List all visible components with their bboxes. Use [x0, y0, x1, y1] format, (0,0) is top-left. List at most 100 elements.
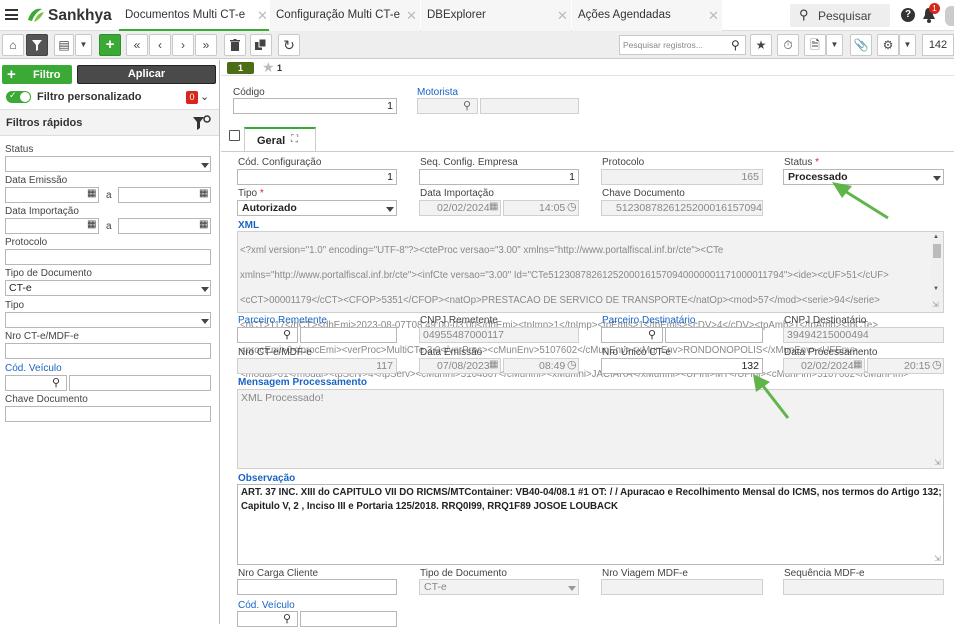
scroll-thumb[interactable]: [933, 244, 941, 258]
document-dropdown-icon[interactable]: ▼: [826, 34, 843, 56]
scroll-down-icon[interactable]: ▼: [933, 286, 939, 292]
search-icon[interactable]: ⚲: [283, 328, 291, 341]
data-emissao-end[interactable]: ▦: [118, 187, 211, 203]
parceiro-rem-code-input[interactable]: ⚲: [237, 327, 298, 343]
motorista-label[interactable]: Motorista: [417, 87, 458, 98]
search-icon[interactable]: ⚲: [731, 38, 740, 52]
quick-filters-title: Filtros rápidos: [6, 117, 83, 129]
close-icon[interactable]: ✕: [406, 0, 417, 31]
user-avatar[interactable]: [945, 6, 954, 26]
notification-badge: 1: [929, 3, 940, 14]
status-select[interactable]: [5, 156, 211, 172]
cod-veiculo-label[interactable]: Cód. Veículo: [5, 363, 62, 374]
parceiro-dest-label[interactable]: Parceiro Destinatário: [602, 315, 695, 326]
cod-veiculo-form-input[interactable]: ⚲: [237, 611, 298, 627]
last-record-icon[interactable]: »: [195, 34, 217, 56]
filter-settings-icon[interactable]: [193, 115, 211, 134]
tipo-select[interactable]: [5, 312, 211, 328]
data-importacao-label: Data Importação: [5, 206, 79, 217]
data-emissao-start[interactable]: ▦: [5, 187, 99, 203]
data-importacao-start[interactable]: ▦: [5, 218, 99, 234]
required-marker: *: [259, 188, 264, 199]
timer-icon[interactable]: ⏱: [777, 34, 799, 56]
first-record-icon[interactable]: «: [126, 34, 148, 56]
nro-cte-input[interactable]: [5, 343, 211, 359]
add-button[interactable]: +: [99, 34, 121, 56]
settings-gear-icon[interactable]: ⚙: [877, 34, 899, 56]
favorite-star-icon[interactable]: ★: [750, 34, 772, 56]
cod-veiculo-input[interactable]: ⚲: [5, 375, 67, 391]
custom-filter-toggle[interactable]: ✓: [6, 90, 31, 103]
tab-acoes-agendadas[interactable]: Ações Agendadas ✕: [572, 0, 722, 31]
global-search-label: Pesquisar: [818, 9, 872, 23]
data-import-time-value: 14:05: [539, 202, 566, 214]
resize-handle-icon[interactable]: ⇲: [932, 300, 939, 309]
refresh-icon[interactable]: ↻: [278, 34, 300, 56]
calendar-icon[interactable]: ▦: [87, 219, 96, 230]
document-icon[interactable]: 🗎: [804, 34, 826, 56]
layout-toggle-icon[interactable]: [229, 130, 240, 141]
data-importacao-end[interactable]: ▦: [118, 218, 211, 234]
apply-button[interactable]: Aplicar: [77, 65, 216, 84]
calendar-icon[interactable]: ▦: [199, 219, 208, 230]
search-icon: ⚲: [799, 7, 809, 22]
expand-icon[interactable]: ⛶: [291, 134, 298, 145]
calendar-icon[interactable]: ▦: [199, 188, 208, 199]
resize-handle-icon[interactable]: ⇲: [934, 554, 941, 563]
search-icon[interactable]: ⚲: [463, 99, 471, 112]
tab-geral-label: Geral: [257, 135, 286, 147]
previous-record-icon[interactable]: ‹: [149, 34, 171, 56]
records-search-input[interactable]: Pesquisar registros... ⚲: [619, 35, 746, 55]
chevron-down-icon[interactable]: ⌄: [200, 90, 209, 103]
nro-carga-input[interactable]: [237, 579, 397, 595]
close-icon[interactable]: ✕: [257, 0, 268, 31]
parceiro-rem-label[interactable]: Parceiro Remetente: [238, 315, 327, 326]
tab-label: Documentos Multi CT-e: [125, 9, 246, 21]
close-icon[interactable]: ✕: [557, 0, 568, 31]
data-emissao-form-label: Data Emissão: [420, 347, 483, 358]
tipo-documento-select[interactable]: CT-e: [5, 280, 211, 296]
xml-scrollbar[interactable]: ▲ ▼ ⇲: [931, 232, 943, 312]
next-record-icon[interactable]: ›: [172, 34, 194, 56]
home-icon[interactable]: ⌂: [2, 34, 24, 56]
tipo-form-select[interactable]: Autorizado: [237, 200, 397, 216]
attachment-icon[interactable]: 📎: [850, 34, 872, 56]
tab-dbexplorer[interactable]: DBExplorer ✕: [421, 0, 571, 31]
protocolo-input[interactable]: [5, 249, 211, 265]
protocolo-form-value: 165: [741, 171, 759, 183]
view-dropdown-icon[interactable]: ▼: [75, 34, 92, 56]
page-badge[interactable]: 1: [227, 62, 254, 74]
cnpj-dest-value: 39494215000494: [787, 329, 869, 341]
settings-dropdown-icon[interactable]: ▼: [899, 34, 916, 56]
nro-unico-input[interactable]: 132: [601, 358, 763, 374]
star-icon[interactable]: ★: [262, 59, 275, 76]
scroll-up-icon[interactable]: ▲: [933, 234, 939, 240]
status-form-label-text: Status: [784, 157, 813, 168]
obs-textarea[interactable]: ART. 37 INC. XIII do CAPITULO VII DO RIC…: [237, 484, 944, 565]
chave-documento-input[interactable]: [5, 406, 211, 422]
search-icon[interactable]: ⚲: [648, 328, 656, 341]
menu-icon[interactable]: [5, 9, 18, 20]
calendar-icon[interactable]: ▦: [87, 188, 96, 199]
tab-documentos-multi-cte[interactable]: Documentos Multi CT-e ✕: [119, 0, 269, 31]
tab-configuracao-multi-cte[interactable]: Configuração Multi CT-e ✕: [270, 0, 420, 31]
help-icon[interactable]: ?: [901, 8, 915, 22]
codigo-input[interactable]: 1: [233, 98, 397, 114]
search-icon[interactable]: ⚲: [52, 376, 60, 389]
cod-config-input[interactable]: 1: [237, 169, 397, 185]
delete-icon[interactable]: [224, 34, 246, 56]
resize-handle-icon[interactable]: ⇲: [934, 458, 941, 467]
global-search-button[interactable]: ⚲ Pesquisar: [790, 4, 890, 27]
brand-name: Sankhya: [48, 7, 112, 24]
motorista-code-input[interactable]: ⚲: [417, 98, 478, 114]
cod-veiculo-form-label[interactable]: Cód. Veículo: [238, 600, 295, 611]
filter-toggle-icon[interactable]: [26, 34, 48, 56]
search-icon[interactable]: ⚲: [283, 612, 291, 625]
seq-config-input[interactable]: 1: [419, 169, 579, 185]
parceiro-dest-code-input[interactable]: ⚲: [601, 327, 663, 343]
duplicate-icon[interactable]: [250, 34, 272, 56]
tab-geral[interactable]: Geral ⛶: [244, 127, 316, 152]
grid-view-icon[interactable]: ▤: [54, 34, 74, 56]
filter-button[interactable]: + Filtro: [2, 65, 72, 84]
close-icon[interactable]: ✕: [708, 0, 719, 31]
